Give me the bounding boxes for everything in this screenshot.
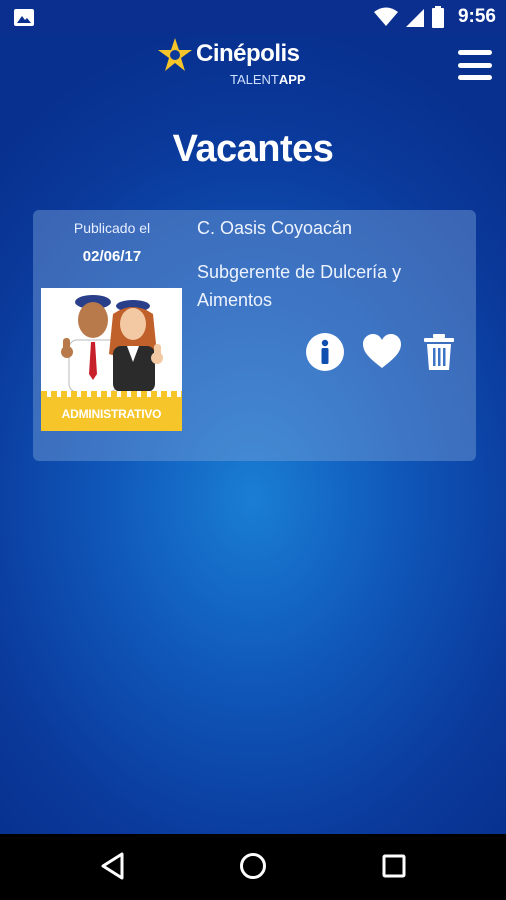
star-logo-icon <box>158 38 192 71</box>
info-icon[interactable] <box>305 332 345 372</box>
brand-name: Cinépolis <box>196 40 300 67</box>
android-nav-bar <box>0 834 506 900</box>
hamburger-menu-icon[interactable] <box>458 50 492 80</box>
app-header: Cinépolis TALENTAPP <box>0 34 506 98</box>
published-date: 02/06/17 <box>82 248 142 265</box>
published-label: Publicado el <box>73 220 151 236</box>
brand-subtitle: TALENTAPP <box>230 72 306 87</box>
back-icon[interactable] <box>100 852 126 880</box>
home-icon[interactable] <box>239 852 267 880</box>
vacancy-location: C. Oasis Coyoacán <box>197 218 353 238</box>
signal-icon <box>405 9 424 27</box>
recent-apps-icon[interactable] <box>381 852 407 880</box>
page-title: Vacantes <box>172 128 334 170</box>
status-time: 9:56 <box>457 6 496 27</box>
vacancy-actions <box>305 332 465 372</box>
vacancy-category-image: ADMINISTRATIVO <box>41 288 182 431</box>
app-screen: Cinépolis TALENTAPP Vacantes Publicado e… <box>0 34 506 834</box>
cinepolis-logo: Cinépolis TALENTAPP <box>156 36 316 92</box>
wifi-icon <box>373 7 398 26</box>
vacancy-position: Subgerente de Dulcería y Aimentos <box>197 262 402 310</box>
heart-icon[interactable] <box>361 332 403 372</box>
battery-icon <box>431 6 444 28</box>
image-icon <box>14 9 34 26</box>
status-bar: 9:56 <box>0 0 506 34</box>
category-banner: ADMINISTRATIVO <box>41 397 182 431</box>
vacancy-card[interactable]: Publicado el 02/06/17 ADMINISTRATIVO C. … <box>33 210 476 461</box>
status-icons: 9:56 <box>373 0 496 34</box>
trash-icon[interactable] <box>423 332 455 372</box>
